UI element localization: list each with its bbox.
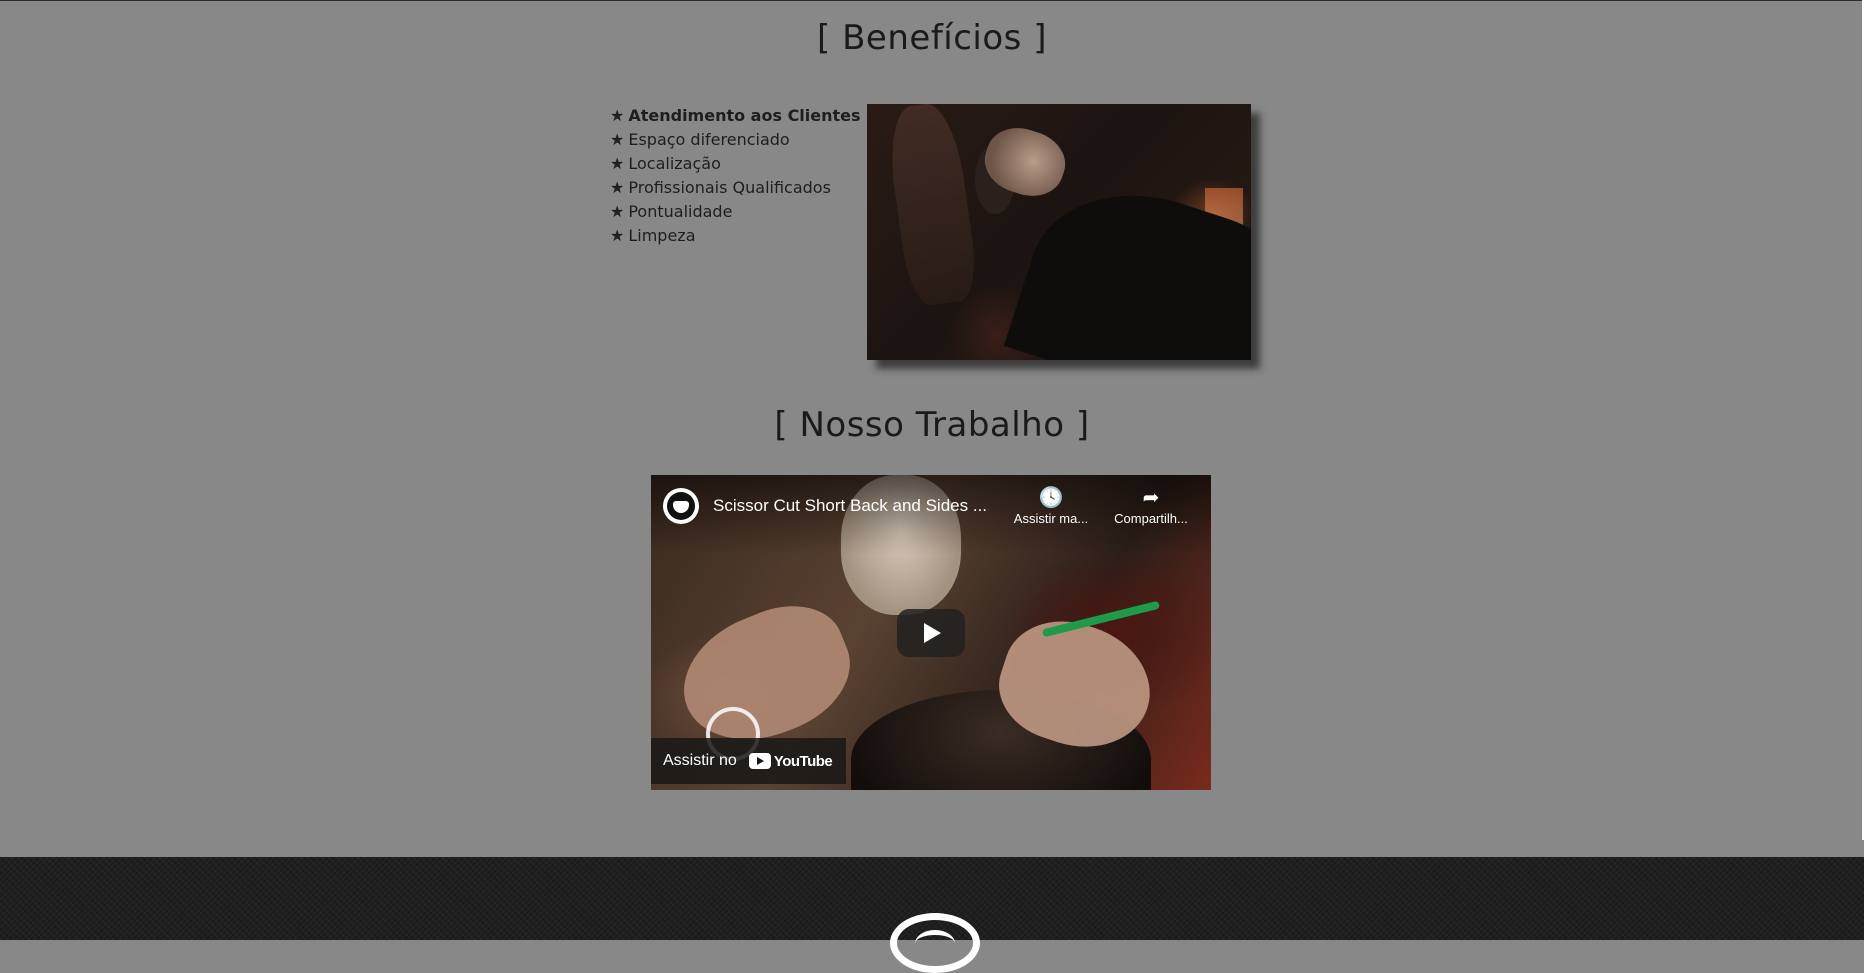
youtube-play-icon xyxy=(748,753,771,769)
star-icon: ★ xyxy=(610,130,625,149)
play-button[interactable] xyxy=(897,609,965,657)
watch-later-label: Assistir ma... xyxy=(1013,511,1089,526)
benefits-title: [ Benefícios ] xyxy=(817,18,1047,58)
footer xyxy=(0,857,1864,973)
star-icon: ★ xyxy=(610,178,625,197)
share-arrow-icon: ➦ xyxy=(1142,487,1160,509)
benefit-item: ★ Espaço diferenciado xyxy=(610,128,861,152)
benefit-item: ★ Pontualidade xyxy=(610,200,861,224)
star-icon: ★ xyxy=(610,154,625,173)
barber-photo xyxy=(867,104,1251,360)
benefit-label: Espaço diferenciado xyxy=(628,130,790,149)
work-title: [ Nosso Trabalho ] xyxy=(774,405,1090,445)
share-label: Compartilh... xyxy=(1114,511,1188,526)
benefit-item: ★ Limpeza xyxy=(610,224,861,248)
video-left-hand xyxy=(664,587,868,763)
watch-on-label: Assistir no xyxy=(663,752,737,769)
top-border xyxy=(0,0,1864,1)
benefit-label: Localização xyxy=(628,154,721,173)
star-icon: ★ xyxy=(610,226,625,245)
benefit-item: ★ Profissionais Qualificados xyxy=(610,176,861,200)
photo-barber-arm xyxy=(883,104,981,308)
channel-avatar-icon[interactable] xyxy=(663,488,699,524)
watch-on-youtube-button[interactable]: Assistir no YouTube xyxy=(651,738,847,784)
benefit-label: Pontualidade xyxy=(628,202,733,221)
benefit-label: Profissionais Qualificados xyxy=(628,178,831,197)
benefit-label: Atendimento aos Clientes xyxy=(628,106,861,125)
watch-later-button[interactable]: 🕓 Assistir ma... xyxy=(1007,485,1095,526)
youtube-logo-icon: YouTube xyxy=(748,752,833,770)
benefit-item: ★ Atendimento aos Clientes xyxy=(610,104,861,128)
youtube-video-embed[interactable]: Scissor Cut Short Back and Sides ... 🕓 A… xyxy=(651,475,1211,790)
benefit-label: Limpeza xyxy=(628,226,696,245)
benefits-list: ★ Atendimento aos Clientes ★ Espaço difere… xyxy=(610,104,861,248)
youtube-wordmark: YouTube xyxy=(773,752,833,770)
share-button[interactable]: ➦ Compartilh... xyxy=(1107,485,1195,526)
star-icon: ★ xyxy=(610,106,625,125)
benefit-item: ★ Localização xyxy=(610,152,861,176)
footer-logo-icon xyxy=(890,913,980,973)
clock-icon: 🕓 xyxy=(1038,487,1064,509)
star-icon: ★ xyxy=(610,202,625,221)
video-title[interactable]: Scissor Cut Short Back and Sides ... xyxy=(713,496,1003,516)
